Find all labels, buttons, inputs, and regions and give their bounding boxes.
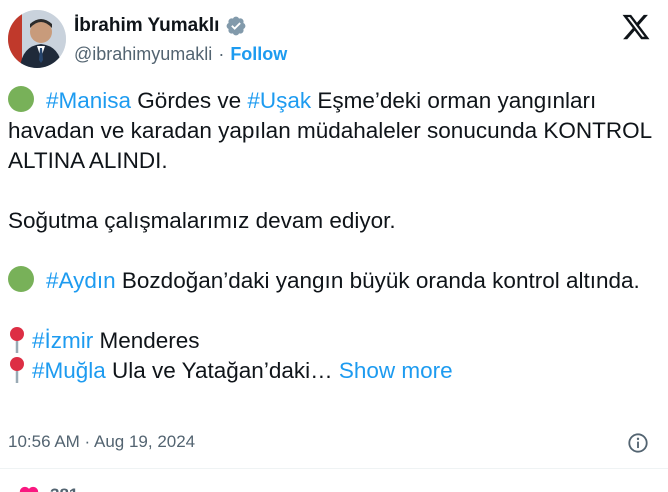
author-handle[interactable]: @ibrahimyumakli (74, 44, 212, 65)
heart-icon (19, 486, 39, 492)
hashtag-manisa[interactable]: #Manisa (46, 88, 131, 113)
tweet-paragraph-3: #Aydın Bozdoğan’daki yangın büyük oranda… (8, 266, 660, 296)
verified-badge-icon[interactable] (225, 15, 247, 37)
show-more-link[interactable]: Show more (339, 358, 453, 383)
hashtag-mugla[interactable]: #Muğla (32, 358, 106, 383)
separator: · (218, 44, 225, 64)
avatar-image (8, 10, 66, 68)
x-logo-icon[interactable] (620, 12, 652, 42)
green-circle-emoji (8, 86, 34, 112)
handle-row: @ibrahimyumakli · Follow (74, 44, 287, 65)
tweet-text-segment: Gördes ve (131, 88, 248, 113)
tweet-paragraph-5: #Muğla Ula ve Yatağan’daki… Show more (8, 356, 660, 386)
like-button[interactable]: 381 (18, 484, 78, 492)
tweet-text-segment: Ula ve Yatağan’daki… (105, 358, 333, 383)
author-name[interactable]: İbrahim Yumaklı (74, 15, 219, 37)
hashtag-usak[interactable]: #Uşak (247, 88, 311, 113)
tweet-paragraph-2: Soğutma çalışmalarımız devam ediyor. (8, 208, 396, 233)
avatar[interactable] (8, 10, 66, 68)
tweet-text: #Manisa Gördes ve #Uşak Eşme’deki orman … (8, 86, 660, 386)
like-count: 381 (50, 485, 78, 492)
hashtag-izmir[interactable]: #İzmir (32, 328, 93, 353)
tweet-text-segment: Menderes (93, 328, 200, 353)
name-row: İbrahim Yumaklı (74, 14, 247, 38)
info-icon[interactable] (627, 432, 649, 454)
round-pushpin-emoji (8, 356, 26, 384)
tweet-paragraph-4: #İzmir Menderes (8, 326, 660, 356)
round-pushpin-emoji (8, 326, 26, 354)
green-circle-emoji (8, 266, 34, 292)
tweet-paragraph-1: #Manisa Gördes ve #Uşak Eşme’deki orman … (8, 86, 660, 176)
tweet-timestamp[interactable]: 10:56 AM · Aug 19, 2024 (8, 432, 195, 452)
tweet-text-segment: Bozdoğan’daki yangın büyük oranda kontro… (115, 268, 640, 293)
hashtag-aydin[interactable]: #Aydın (46, 268, 116, 293)
follow-button[interactable]: Follow (230, 44, 287, 65)
divider (0, 468, 668, 469)
tweet-header: İbrahim Yumaklı @ibrahimyumakli · Follow (0, 0, 668, 80)
action-bar: 381 (0, 478, 668, 492)
